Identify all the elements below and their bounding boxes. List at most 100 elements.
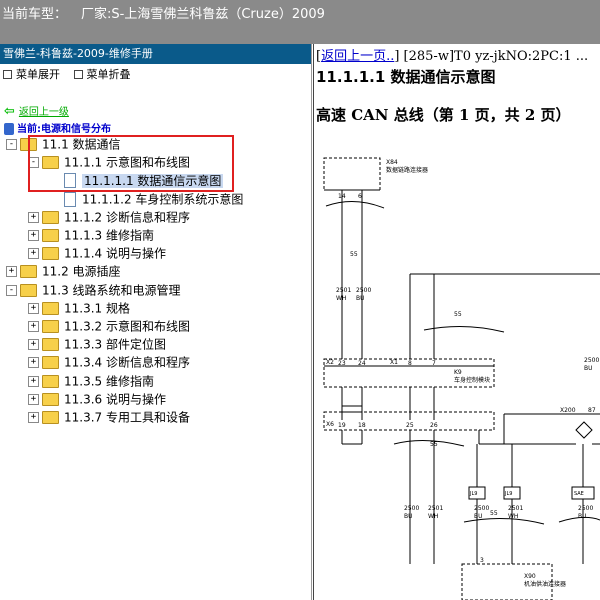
folder-icon — [42, 393, 59, 406]
tree-item[interactable]: - 11.3 线路系统和电源管理 — [6, 281, 181, 299]
svg-text:2500: 2500 — [404, 505, 419, 512]
svg-text:3: 3 — [480, 557, 484, 564]
svg-text:X1: X1 — [390, 359, 398, 366]
svg-text:14: 14 — [338, 193, 346, 200]
tree-item-label: 11.3.2 示意图和布线图 — [64, 319, 190, 334]
tree-item-label: 11.1.4 说明与操作 — [64, 246, 166, 261]
svg-text:BU: BU — [356, 295, 365, 302]
tree-item[interactable]: +11.3.6 说明与操作 — [28, 390, 166, 408]
tree-item-label: 11.3.5 维修指南 — [64, 374, 154, 389]
folder-icon — [20, 265, 37, 278]
svg-text:BU: BU — [474, 513, 483, 520]
folder-icon — [42, 411, 59, 424]
wiring-diagram: X84 数据链路连接器 14 6 2501 WH 2500 BU 55 X2 2… — [323, 157, 600, 600]
svg-text:55: 55 — [490, 510, 498, 517]
tree-item[interactable]: +11.3.1 规格 — [28, 299, 130, 317]
collapse-all-icon — [73, 69, 83, 79]
expand-all-button[interactable]: 菜单展开 — [3, 68, 60, 81]
svg-text:87: 87 — [588, 407, 596, 414]
tree-item[interactable]: +11.1.3 维修指南 — [28, 226, 154, 244]
person-icon — [4, 123, 14, 135]
tree-item[interactable]: +11.2 电源插座 — [6, 262, 121, 280]
expand-toggle-icon[interactable]: + — [6, 266, 17, 277]
svg-text:BU: BU — [578, 513, 587, 520]
expand-toggle-icon[interactable]: + — [28, 339, 39, 350]
expand-toggle-icon[interactable]: + — [28, 376, 39, 387]
expand-toggle-icon[interactable]: + — [28, 212, 39, 223]
car-model: 厂家:S-上海雪佛兰科鲁兹（Cruze）2009 — [81, 7, 325, 22]
folder-icon — [42, 375, 59, 388]
x84-connector — [323, 157, 381, 191]
tree-item-label: 11.3.7 专用工具和设备 — [64, 410, 190, 425]
svg-text:24: 24 — [358, 360, 366, 367]
tree-item-label: 11.1.2 诊断信息和程序 — [64, 210, 190, 225]
svg-text:WH: WH — [508, 513, 518, 520]
svg-text:2501: 2501 — [336, 287, 351, 294]
svg-text:JL9: JL9 — [469, 491, 477, 497]
folder-open-icon — [20, 284, 37, 297]
expand-toggle-icon[interactable]: + — [28, 394, 39, 405]
svg-text:BU: BU — [584, 365, 593, 372]
expand-toggle-icon[interactable]: + — [28, 248, 39, 259]
svg-text:SAE: SAE — [574, 491, 584, 497]
expand-all-icon — [3, 69, 12, 79]
back-link[interactable]: ⇦ 返回上一级 — [4, 103, 69, 119]
expand-toggle-icon[interactable]: + — [28, 321, 39, 332]
document-icon — [64, 192, 76, 207]
svg-text:WH: WH — [336, 295, 346, 302]
collapse-toggle-icon[interactable]: - — [6, 285, 17, 296]
tree-item[interactable]: +11.3.4 诊断信息和程序 — [28, 353, 190, 371]
tree-item[interactable]: +11.3.5 维修指南 — [28, 372, 154, 390]
collapse-toggle-icon[interactable]: - — [6, 139, 17, 150]
svg-text:8: 8 — [408, 360, 412, 367]
expand-toggle-icon[interactable]: + — [28, 357, 39, 368]
tree-item[interactable]: +11.3.3 部件定位图 — [28, 335, 166, 353]
doc-title: 11.1.1.1 数据通信示意图 — [316, 68, 496, 86]
svg-text:2500: 2500 — [584, 357, 599, 364]
folder-icon — [42, 338, 59, 351]
svg-text:X200: X200 — [560, 407, 576, 414]
svg-text:2500: 2500 — [356, 287, 371, 294]
tree-item[interactable]: +11.1.4 说明与操作 — [28, 244, 166, 262]
menu-controls: 菜单展开 菜单折叠 — [0, 64, 311, 86]
tree-item-label: 11.1.3 维修指南 — [64, 228, 154, 243]
svg-text:6: 6 — [358, 193, 362, 200]
svg-text:2501: 2501 — [508, 505, 523, 512]
tree-item[interactable]: 11.1.1.2 车身控制系统示意图 — [50, 190, 243, 208]
svg-text:55: 55 — [454, 311, 462, 318]
folder-icon — [42, 211, 59, 224]
highlight-box — [28, 135, 234, 192]
page-nav: [返回上一页..] [285-w]T0 yz-jkNO:2PC:1 ... — [316, 49, 589, 64]
x84-label: X84 — [386, 159, 398, 166]
window-titlebar: 当前车型： 厂家:S-上海雪佛兰科鲁兹（Cruze）2009 — [0, 0, 600, 44]
collapse-all-button[interactable]: 菜单折叠 — [73, 68, 131, 81]
folder-icon — [42, 302, 59, 315]
svg-text:X90: X90 — [524, 573, 536, 580]
svg-text:55: 55 — [430, 441, 438, 448]
svg-text:JL9: JL9 — [504, 491, 512, 497]
expand-toggle-icon[interactable]: + — [28, 303, 39, 314]
tree-item-label: 11.1.1.2 车身控制系统示意图 — [82, 192, 244, 207]
svg-text:K9: K9 — [454, 369, 462, 376]
bus-title: 高速 CAN 总线（第 1 页，共 2 页） — [316, 106, 571, 124]
manual-header: 雪佛兰-科鲁兹-2009-维修手册 — [0, 44, 311, 64]
expand-toggle-icon[interactable]: + — [28, 230, 39, 241]
expand-toggle-icon[interactable]: + — [28, 412, 39, 423]
svg-text:2500: 2500 — [578, 505, 593, 512]
back-page-link[interactable]: 返回上一页.. — [321, 49, 394, 64]
svg-text:26: 26 — [430, 422, 438, 429]
svg-text:WH: WH — [428, 513, 438, 520]
folder-icon — [42, 320, 59, 333]
tree-item[interactable]: +11.1.2 诊断信息和程序 — [28, 208, 190, 226]
tree-item-label: 11.3 线路系统和电源管理 — [42, 283, 181, 298]
svg-text:2500: 2500 — [474, 505, 489, 512]
content-panel: [返回上一页..] [285-w]T0 yz-jkNO:2PC:1 ... 11… — [314, 44, 600, 600]
tree-item-label: 11.3.1 规格 — [64, 301, 130, 316]
tree-item[interactable]: +11.3.7 专用工具和设备 — [28, 408, 190, 426]
svg-text:车身控制模块: 车身控制模块 — [454, 376, 490, 384]
tree-item[interactable]: +11.3.2 示意图和布线图 — [28, 317, 190, 335]
tree-item-label: 11.2 电源插座 — [42, 264, 121, 279]
car-label: 当前车型： — [2, 7, 68, 22]
svg-text:2501: 2501 — [428, 505, 443, 512]
tree-item-label: 11.3.6 说明与操作 — [64, 392, 166, 407]
